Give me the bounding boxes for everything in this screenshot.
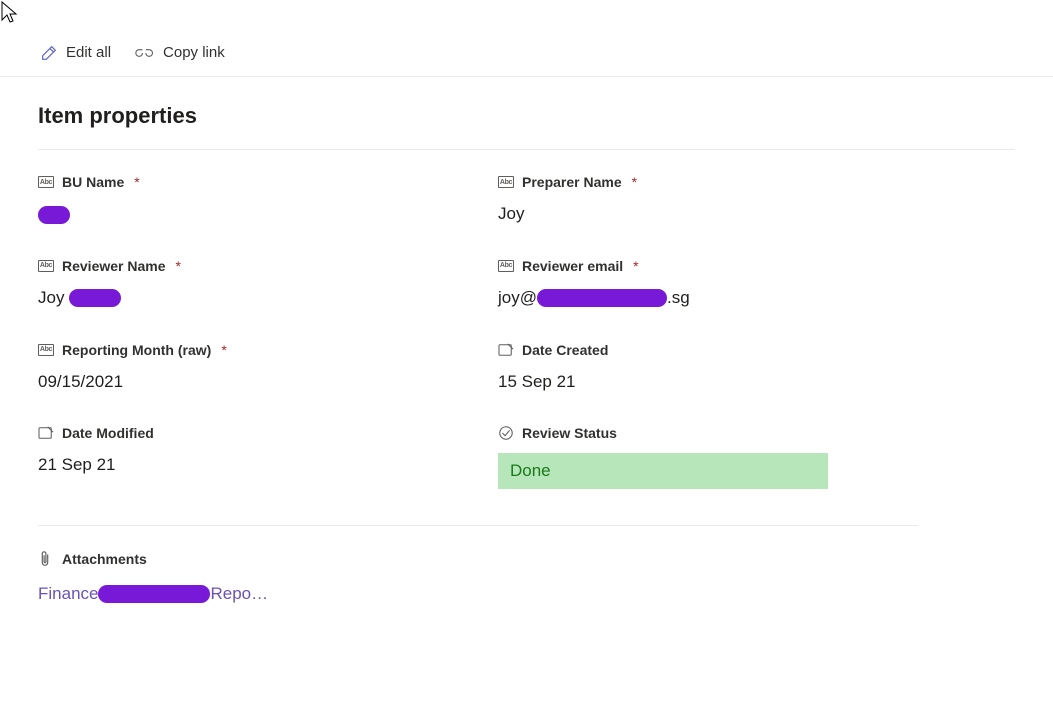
cursor-icon bbox=[0, 0, 20, 24]
redacted-text bbox=[98, 585, 210, 603]
field-date-modified: Date Modified 21 Sep 21 bbox=[38, 425, 458, 489]
field-label: Date Created bbox=[498, 342, 918, 358]
field-label: Abc Reviewer Name * bbox=[38, 258, 458, 274]
required-marker: * bbox=[176, 258, 181, 274]
redacted-text bbox=[69, 289, 121, 307]
field-label: Date Modified bbox=[38, 425, 458, 441]
field-value bbox=[38, 202, 458, 226]
divider bbox=[38, 149, 1015, 150]
required-marker: * bbox=[633, 258, 638, 274]
redacted-text bbox=[38, 206, 70, 224]
toolbar: Edit all Copy link bbox=[0, 29, 1053, 77]
field-value: joy@.sg bbox=[498, 286, 918, 310]
field-value: 15 Sep 21 bbox=[498, 370, 918, 394]
field-review-status: Review Status Done bbox=[498, 425, 918, 489]
field-reporting-month: Abc Reporting Month (raw) * 09/15/2021 bbox=[38, 342, 458, 394]
attachments-section: Attachments FinanceRepo… bbox=[38, 525, 918, 604]
redacted-text bbox=[537, 289, 667, 307]
field-label: Abc BU Name * bbox=[38, 174, 458, 190]
field-preparer-name: Abc Preparer Name * Joy bbox=[498, 174, 918, 226]
calculated-type-icon bbox=[38, 426, 54, 440]
field-reviewer-name: Abc Reviewer Name * Joy bbox=[38, 258, 458, 310]
edit-all-button[interactable]: Edit all bbox=[40, 44, 111, 62]
required-marker: * bbox=[221, 342, 226, 358]
choice-type-icon bbox=[498, 425, 514, 441]
status-badge: Done bbox=[498, 453, 828, 489]
field-label: Abc Reviewer email * bbox=[498, 258, 918, 274]
required-marker: * bbox=[134, 174, 139, 190]
field-value: Joy bbox=[38, 286, 458, 310]
field-reviewer-email: Abc Reviewer email * joy@.sg bbox=[498, 258, 918, 310]
field-label: Abc Preparer Name * bbox=[498, 174, 918, 190]
attachment-link[interactable]: FinanceRepo… bbox=[38, 584, 268, 604]
field-value: 21 Sep 21 bbox=[38, 453, 458, 477]
calculated-type-icon bbox=[498, 343, 514, 357]
text-type-icon: Abc bbox=[38, 344, 54, 356]
link-icon bbox=[135, 44, 155, 62]
attachment-icon bbox=[38, 550, 52, 568]
field-bu-name: Abc BU Name * bbox=[38, 174, 458, 226]
copy-link-label: Copy link bbox=[163, 44, 225, 61]
copy-link-button[interactable]: Copy link bbox=[135, 44, 225, 62]
properties-grid: Abc BU Name * Abc Preparer Name * Joy Ab… bbox=[38, 174, 918, 489]
text-type-icon: Abc bbox=[38, 176, 54, 188]
text-type-icon: Abc bbox=[498, 176, 514, 188]
text-type-icon: Abc bbox=[498, 260, 514, 272]
edit-icon bbox=[40, 44, 58, 62]
edit-all-label: Edit all bbox=[66, 44, 111, 61]
text-type-icon: Abc bbox=[38, 260, 54, 272]
field-label: Abc Reporting Month (raw) * bbox=[38, 342, 458, 358]
content-panel: Item properties Abc BU Name * Abc Prepar… bbox=[0, 77, 1053, 604]
field-value: Joy bbox=[498, 202, 918, 226]
required-marker: * bbox=[632, 174, 637, 190]
field-value: 09/15/2021 bbox=[38, 370, 458, 394]
field-label: Review Status bbox=[498, 425, 918, 441]
attachments-header: Attachments bbox=[38, 550, 918, 568]
field-date-created: Date Created 15 Sep 21 bbox=[498, 342, 918, 394]
page-title: Item properties bbox=[38, 103, 1015, 129]
